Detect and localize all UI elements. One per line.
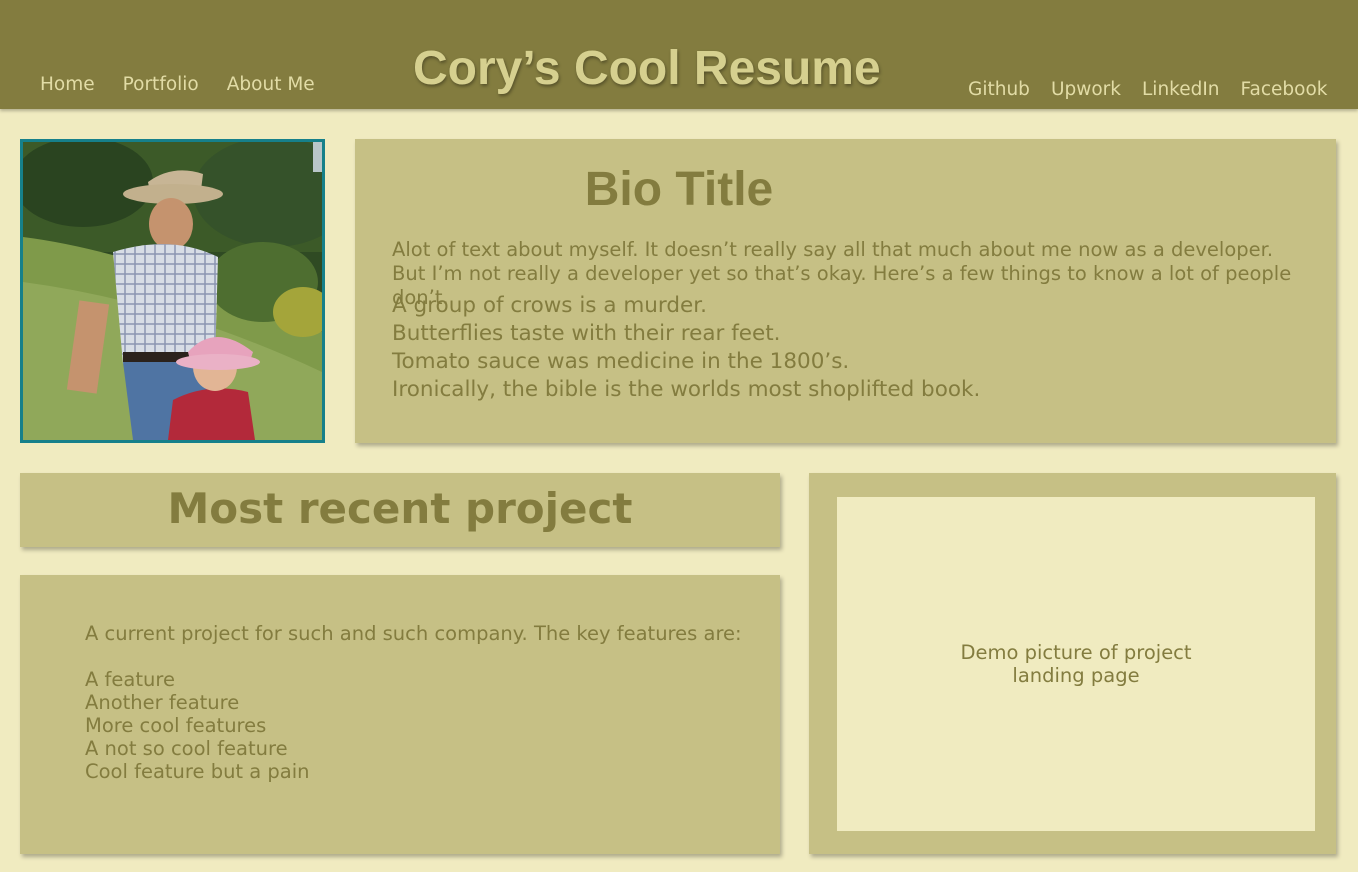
nav-home-link[interactable]: Home xyxy=(40,74,95,95)
feature-item: A feature xyxy=(85,668,175,691)
demo-caption: Demo picture of project landing page xyxy=(960,641,1192,687)
nav-linkedin-link[interactable]: LinkedIn xyxy=(1142,79,1220,100)
bio-facts-list: A group of crows is a murder. Butterflie… xyxy=(392,292,980,404)
nav-github-link[interactable]: Github xyxy=(968,79,1030,100)
bio-title: Bio Title xyxy=(584,163,774,216)
bio-fact: Tomato sauce was medicine in the 1800’s. xyxy=(392,349,850,374)
nav-facebook-link[interactable]: Facebook xyxy=(1241,79,1328,100)
bio-fact: Ironically, the bible is the worlds most… xyxy=(392,377,981,402)
site-header: Home Portfolio About Me Cory’s Cool Resu… xyxy=(0,0,1358,109)
feature-list: A feature Another feature More cool feat… xyxy=(85,668,310,783)
demo-picture-placeholder[interactable]: Demo picture of project landing page xyxy=(837,497,1315,831)
recent-project-heading: Most recent project xyxy=(167,484,633,533)
project-description: A current project for such and such comp… xyxy=(85,622,742,645)
bio-fact: A group of crows is a murder. xyxy=(392,293,707,318)
site-title: Cory’s Cool Resume xyxy=(413,42,881,95)
nav-about-me-link[interactable]: About Me xyxy=(227,74,315,95)
social-nav: Github Upwork LinkedIn Facebook xyxy=(968,79,1327,100)
nav-portfolio-link[interactable]: Portfolio xyxy=(123,74,199,95)
nav-upwork-link[interactable]: Upwork xyxy=(1051,79,1121,100)
feature-item: A not so cool feature xyxy=(85,737,288,760)
feature-item: More cool features xyxy=(85,714,267,737)
feature-item: Another feature xyxy=(85,691,240,714)
feature-item: Cool feature but a pain xyxy=(85,760,310,783)
primary-nav: Home Portfolio About Me xyxy=(40,74,343,95)
bio-fact: Butterflies taste with their rear feet. xyxy=(392,321,781,346)
